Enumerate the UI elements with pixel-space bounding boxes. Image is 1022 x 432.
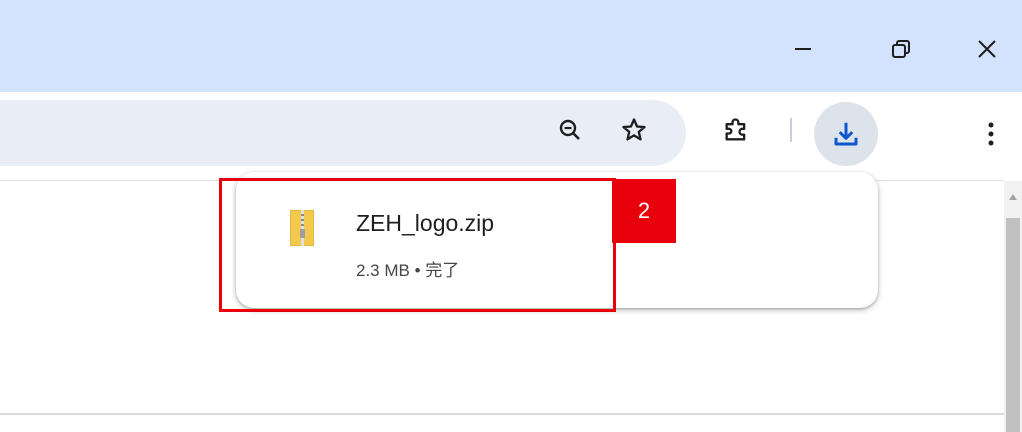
scrollbar-thumb[interactable] — [1006, 218, 1020, 432]
download-icon — [834, 122, 858, 146]
scroll-up-button[interactable] — [1006, 190, 1020, 204]
zoom-out-icon — [559, 119, 580, 140]
toolbar-divider — [790, 118, 792, 142]
zip-file-icon — [290, 210, 314, 246]
close-button[interactable] — [964, 26, 1010, 72]
close-icon — [978, 40, 996, 58]
content-divider — [0, 413, 1004, 415]
zoom-button[interactable] — [552, 112, 588, 148]
download-bubble: ZEH_logo.zip 2.3 MB • 完了 — [236, 172, 878, 308]
minimize-button[interactable] — [780, 26, 826, 72]
more-menu-icon — [988, 122, 994, 146]
download-item[interactable]: ZEH_logo.zip 2.3 MB • 完了 — [238, 178, 612, 304]
minimize-icon — [795, 48, 811, 50]
download-file-name: ZEH_logo.zip — [356, 210, 495, 236]
downloads-button[interactable] — [814, 102, 878, 166]
more-menu-button[interactable] — [976, 116, 1006, 152]
bookmark-button[interactable] — [616, 112, 652, 148]
download-file-status: 2.3 MB • 完了 — [356, 261, 460, 280]
scroll-up-arrow-icon — [1009, 194, 1017, 200]
restore-icon — [892, 40, 910, 58]
extensions-button[interactable] — [718, 112, 754, 148]
title-bar — [0, 0, 1022, 92]
extensions-puzzle-icon — [725, 118, 746, 141]
annotation-marker: 2 — [612, 179, 676, 243]
bookmark-star-icon — [622, 118, 646, 141]
restore-button[interactable] — [878, 26, 924, 72]
